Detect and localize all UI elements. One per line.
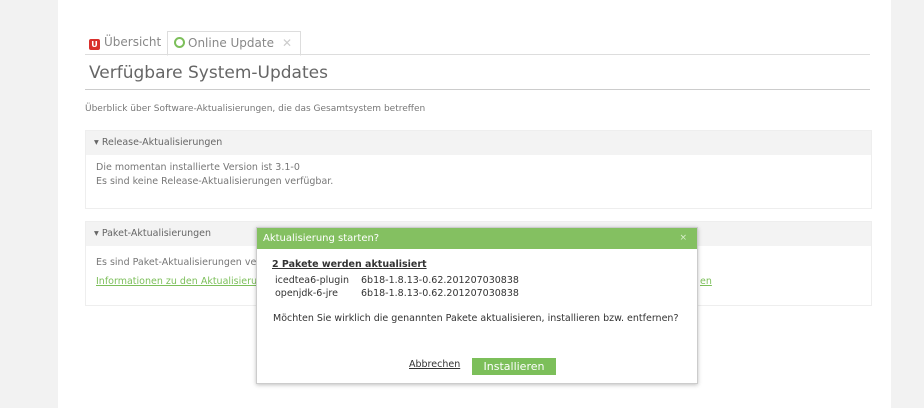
release-section-header[interactable]: ▾ Release-Aktualisierungen: [86, 131, 871, 155]
package-version: 6b18-1.8.13-0.62.201207030838: [361, 288, 519, 299]
page-description: Überblick über Software-Aktualisierungen…: [85, 104, 426, 114]
close-icon[interactable]: ×: [679, 228, 687, 249]
update-info-link-tail[interactable]: en: [700, 275, 712, 289]
dialog-question: Möchten Sie wirklich die genannten Paket…: [273, 313, 679, 324]
dialog-body: 2 Pakete werden aktualisiert icedtea6-pl…: [257, 249, 697, 324]
package-version: 6b18-1.8.13-0.62.201207030838: [361, 275, 519, 286]
tab-overview[interactable]: U Übersicht: [89, 31, 161, 53]
tab-divider: [85, 54, 870, 55]
installed-version-text: Die momentan installierte Version ist 3.…: [96, 162, 300, 173]
chevron-down-icon: ▾: [94, 137, 99, 148]
package-name: icedtea6-plugin: [275, 275, 349, 286]
close-icon[interactable]: ✕: [282, 36, 292, 50]
package-name: openjdk-6-jre: [275, 288, 338, 299]
update-info-link[interactable]: Informationen zu den Aktualisierun: [96, 276, 263, 287]
tab-online-update-label: Online Update: [188, 36, 274, 50]
cancel-button[interactable]: Abbrechen: [409, 359, 460, 370]
release-section-title: Release-Aktualisierungen: [101, 137, 223, 148]
no-release-updates-text: Es sind keine Release-Aktualisierungen v…: [96, 176, 334, 187]
page-title: Verfügbare System-Updates: [89, 63, 328, 83]
release-section: ▾ Release-Aktualisierungen Die momentan …: [85, 130, 872, 209]
univention-logo-icon: U: [89, 39, 100, 50]
dialog-titlebar: Aktualisierung starten? ×: [257, 228, 697, 249]
install-button[interactable]: Installieren: [472, 358, 556, 375]
release-section-body: Die momentan installierte Version ist 3.…: [86, 155, 871, 195]
package-row: openjdk-6-jre 6b18-1.8.13-0.62.201207030…: [272, 287, 697, 300]
chevron-down-icon: ▾: [94, 228, 99, 239]
tab-overview-label: Übersicht: [104, 35, 162, 49]
dialog-title: Aktualisierung starten?: [263, 233, 380, 244]
tab-online-update[interactable]: Online Update ✕: [167, 31, 302, 56]
package-row: icedtea6-plugin 6b18-1.8.13-0.62.2012070…: [272, 274, 697, 287]
dialog-subheading: 2 Pakete werden aktualisiert: [272, 259, 427, 270]
update-icon: [174, 37, 185, 48]
package-section-title: Paket-Aktualisierungen: [101, 228, 212, 239]
confirm-update-dialog: Aktualisierung starten? × 2 Pakete werde…: [256, 227, 698, 384]
title-divider: [85, 89, 870, 90]
